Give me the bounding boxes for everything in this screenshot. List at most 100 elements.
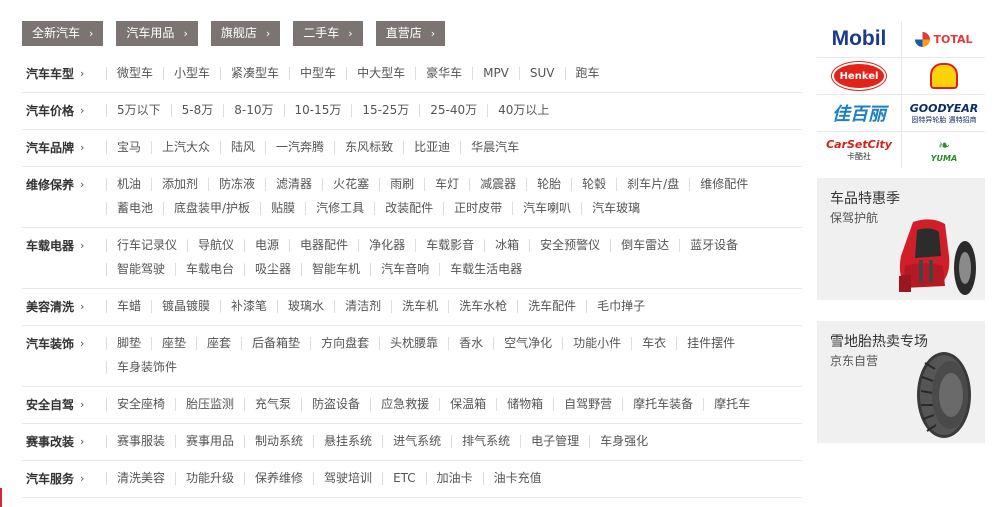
category-link[interactable]: 车载生活电器 <box>439 263 532 276</box>
category-link[interactable]: 摩托车装备 <box>622 398 703 411</box>
category-heading[interactable]: 安全自驾 › <box>22 393 106 417</box>
category-link[interactable]: 机油 <box>106 178 151 191</box>
category-link[interactable]: 赛事用品 <box>175 435 244 448</box>
category-link[interactable]: 冰箱 <box>484 239 529 252</box>
category-link[interactable]: 中大型车 <box>346 67 415 80</box>
category-heading[interactable]: 汽车品牌 › <box>22 136 106 160</box>
category-link[interactable]: 排气系统 <box>451 435 520 448</box>
category-link[interactable]: 挂件摆件 <box>676 337 745 350</box>
category-link[interactable]: 东风标致 <box>334 141 403 154</box>
category-link[interactable]: 8-10万 <box>223 104 283 117</box>
category-link[interactable]: 小型车 <box>163 67 220 80</box>
category-link[interactable]: 脚垫 <box>106 337 151 350</box>
category-link[interactable]: 清洁剂 <box>334 300 391 313</box>
category-link[interactable]: 保养维修 <box>244 472 313 485</box>
category-link[interactable]: 油卡充值 <box>482 472 552 485</box>
category-link[interactable]: 智能驾驶 <box>106 263 175 276</box>
topnav-pill-1[interactable]: 汽车用品 › <box>116 21 198 46</box>
brand-yuma[interactable]: ❧ YUMA <box>902 132 986 168</box>
category-link[interactable]: 添加剂 <box>151 178 208 191</box>
category-link[interactable]: 摩托车 <box>703 398 760 411</box>
category-link[interactable]: 洗车水枪 <box>448 300 517 313</box>
category-link[interactable]: 导航仪 <box>187 239 244 252</box>
topnav-pill-4[interactable]: 直营店 › <box>375 21 446 46</box>
category-link[interactable]: MPV <box>472 67 519 80</box>
category-link[interactable]: 比亚迪 <box>403 141 460 154</box>
topnav-pill-2[interactable]: 旗舰店 › <box>210 21 281 46</box>
category-link[interactable]: 正时皮带 <box>443 202 512 215</box>
category-link[interactable]: 防盗设备 <box>301 398 370 411</box>
category-link[interactable]: 5万以下 <box>106 104 171 117</box>
category-link[interactable]: 防冻液 <box>208 178 265 191</box>
category-link[interactable]: 清洗美容 <box>106 472 175 485</box>
category-link[interactable]: 胎压监测 <box>175 398 244 411</box>
category-link[interactable]: 微型车 <box>106 67 163 80</box>
category-link[interactable]: 陆风 <box>220 141 265 154</box>
category-link[interactable]: 雨刷 <box>379 178 424 191</box>
brand-goodyear[interactable]: GOODYEAR 固特异轮胎 遇特招商 <box>902 95 986 131</box>
category-link[interactable]: 安全座椅 <box>106 398 175 411</box>
category-link[interactable]: 轮毂 <box>571 178 616 191</box>
category-link[interactable]: 一汽奔腾 <box>265 141 334 154</box>
category-link[interactable]: ETC <box>382 472 426 485</box>
brand-carsetcity[interactable]: CarSetCity 卡酷社 <box>817 132 901 168</box>
category-link[interactable]: 电器配件 <box>289 239 358 252</box>
category-link[interactable]: 储物箱 <box>496 398 553 411</box>
category-heading[interactable]: 汽车价格 › <box>22 99 106 123</box>
promo-car-accessories[interactable]: 车品特惠季 保驾护航 <box>817 178 985 300</box>
category-link[interactable]: SUV <box>518 67 565 80</box>
category-link[interactable]: 车载影音 <box>415 239 484 252</box>
category-link[interactable]: 汽车喇叭 <box>512 202 581 215</box>
category-link[interactable]: 香水 <box>448 337 493 350</box>
category-link[interactable]: 5-8万 <box>170 104 224 117</box>
category-link[interactable]: 车蜡 <box>106 300 151 313</box>
category-link[interactable]: 毛巾掸子 <box>586 300 655 313</box>
category-link[interactable]: 跑车 <box>564 67 610 80</box>
category-link[interactable]: 进气系统 <box>382 435 451 448</box>
category-link[interactable]: 头枕腰靠 <box>379 337 448 350</box>
category-link[interactable]: 维修配件 <box>689 178 758 191</box>
category-link[interactable]: 蓝牙设备 <box>679 239 748 252</box>
category-link[interactable]: 方向盘套 <box>310 337 379 350</box>
category-link[interactable]: 紧凑型车 <box>220 67 289 80</box>
category-link[interactable]: 汽车玻璃 <box>581 202 650 215</box>
category-link[interactable]: 座套 <box>196 337 241 350</box>
category-link[interactable]: 倒车雷达 <box>610 239 679 252</box>
category-link[interactable]: 制动系统 <box>244 435 313 448</box>
topnav-pill-3[interactable]: 二手车 › <box>293 21 363 46</box>
category-link[interactable]: 10-15万 <box>283 104 352 117</box>
category-link[interactable]: 火花塞 <box>322 178 379 191</box>
category-link[interactable]: 空气净化 <box>493 337 562 350</box>
category-link[interactable]: 改装配件 <box>374 202 443 215</box>
category-link[interactable]: 电源 <box>244 239 289 252</box>
category-heading[interactable]: 汽车装饰 › <box>22 332 106 380</box>
brand-total[interactable]: TOTAL <box>902 21 986 57</box>
category-link[interactable]: 净化器 <box>358 239 415 252</box>
category-link[interactable]: 赛事服装 <box>106 435 175 448</box>
category-link[interactable]: 减震器 <box>469 178 526 191</box>
category-link[interactable]: 后备箱垫 <box>241 337 310 350</box>
category-link[interactable]: 底盘装甲/护板 <box>163 202 260 215</box>
brand-henkel[interactable]: Henkel <box>817 58 901 94</box>
category-link[interactable]: 驾驶培训 <box>313 472 382 485</box>
category-link[interactable]: 刹车片/盘 <box>616 178 689 191</box>
brand-mobil[interactable]: Mobil <box>817 21 901 57</box>
category-link[interactable]: 功能小件 <box>562 337 631 350</box>
category-link[interactable]: 车身装饰件 <box>106 361 187 374</box>
category-link[interactable]: 贴膜 <box>260 202 305 215</box>
category-link[interactable]: 中型车 <box>289 67 346 80</box>
category-link[interactable]: 25-40万 <box>419 104 487 117</box>
category-link[interactable]: 车载电台 <box>175 263 244 276</box>
category-link[interactable]: 汽车音响 <box>370 263 439 276</box>
category-link[interactable]: 行车记录仪 <box>106 239 187 252</box>
category-link[interactable]: 40万以上 <box>487 104 559 117</box>
category-link[interactable]: 洗车机 <box>391 300 448 313</box>
category-link[interactable]: 玻璃水 <box>277 300 334 313</box>
category-link[interactable]: 座垫 <box>151 337 196 350</box>
category-link[interactable]: 保温箱 <box>439 398 496 411</box>
category-link[interactable]: 充气泵 <box>244 398 301 411</box>
category-link[interactable]: 镀晶镀膜 <box>151 300 220 313</box>
category-link[interactable]: 豪华车 <box>415 67 472 80</box>
brand-jiabaili[interactable]: 佳百丽 <box>817 95 901 131</box>
category-link[interactable]: 宝马 <box>106 141 151 154</box>
